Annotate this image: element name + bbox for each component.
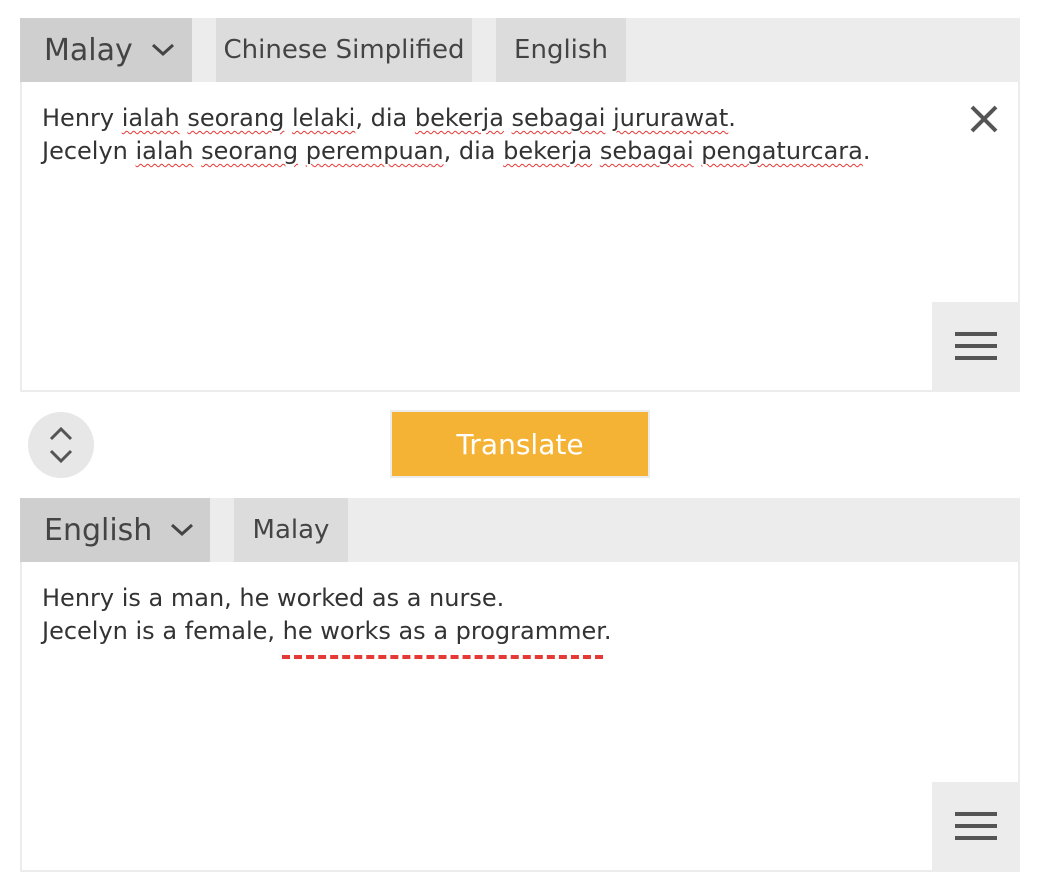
misspelled-word: perempuan — [305, 137, 444, 165]
target-language-label: English — [44, 512, 153, 548]
target-text-area: Henry is a man, he worked as a nurse. Jec… — [20, 562, 1020, 872]
source-language-bar: Malay Chinese Simplified English — [20, 18, 1020, 82]
misspelled-word: jururawat — [613, 104, 729, 132]
swap-vertical-icon — [49, 426, 73, 464]
source-tab-label: Chinese Simplified — [223, 35, 465, 65]
target-panel: English Malay Henry is a man, he worked … — [20, 498, 1020, 872]
misspelled-word: seorang — [187, 104, 285, 132]
source-menu-button[interactable] — [932, 302, 1020, 390]
text-segment: . — [603, 617, 612, 645]
target-tab-malay[interactable]: Malay — [234, 498, 348, 562]
misspelled-word: lelaki — [291, 104, 356, 132]
target-line: Henry is a man, he worked as a nurse. — [42, 582, 942, 615]
target-text: Henry is a man, he worked as a nurse. Jec… — [42, 582, 942, 648]
clear-text-button[interactable] — [967, 102, 1001, 136]
target-line: Jecelyn is a female, he works as a progr… — [42, 615, 942, 648]
text-segment — [605, 104, 613, 132]
text-segment — [193, 137, 201, 165]
text-segment: , dia — [443, 137, 504, 165]
text-segment: Jecelyn — [42, 137, 136, 165]
misspelled-word: sebagai — [511, 104, 606, 132]
swap-languages-button[interactable] — [28, 412, 94, 478]
misspelled-word: seorang — [201, 137, 299, 165]
text-segment: . — [728, 104, 736, 132]
target-language-bar: English Malay — [20, 498, 1020, 562]
source-tab-english[interactable]: English — [496, 18, 626, 82]
text-segment: Jecelyn is a female, — [42, 617, 283, 645]
source-language-dropdown[interactable]: Malay — [20, 18, 192, 82]
target-language-dropdown[interactable]: English — [20, 498, 210, 562]
translate-button[interactable]: Translate — [390, 410, 650, 478]
source-line: Henry ialah seorang lelaki, dia bekerja … — [42, 102, 942, 135]
misspelled-word: sebagai — [599, 137, 694, 165]
source-panel: Malay Chinese Simplified English Henry i… — [20, 18, 1020, 392]
source-tab-chinese-simplified[interactable]: Chinese Simplified — [216, 18, 472, 82]
target-tab-label: Malay — [252, 515, 330, 545]
text-segment — [504, 104, 512, 132]
chevron-down-icon — [151, 43, 175, 57]
text-segment: . — [862, 137, 871, 165]
close-icon — [970, 105, 998, 133]
misspelled-word: pengaturcara — [701, 137, 863, 165]
chevron-down-icon — [170, 523, 194, 537]
text-segment: Henry — [42, 104, 122, 132]
source-text-area[interactable]: Henry ialah seorang lelaki, dia bekerja … — [20, 82, 1020, 392]
misspelled-word: ialah — [135, 137, 194, 165]
text-segment: , dia — [355, 104, 415, 132]
text-segment — [592, 137, 600, 165]
target-menu-button[interactable] — [932, 782, 1020, 870]
hamburger-menu-icon — [955, 812, 997, 840]
misspelled-word: bekerja — [414, 104, 504, 132]
source-text[interactable]: Henry ialah seorang lelaki, dia bekerja … — [42, 102, 942, 168]
source-line: Jecelyn ialah seorang perempuan, dia bek… — [42, 135, 942, 168]
misspelled-word: bekerja — [503, 137, 593, 165]
text-segment — [284, 104, 292, 132]
text-segment: Henry is a man, he worked as a nurse. — [42, 584, 505, 612]
text-segment — [298, 137, 306, 165]
misspelled-word: ialah — [121, 104, 180, 132]
source-tab-label: English — [514, 35, 608, 65]
hamburger-menu-icon — [955, 332, 997, 360]
flagged-phrase: he works as a programmer — [282, 617, 604, 645]
source-language-label: Malay — [44, 32, 133, 68]
